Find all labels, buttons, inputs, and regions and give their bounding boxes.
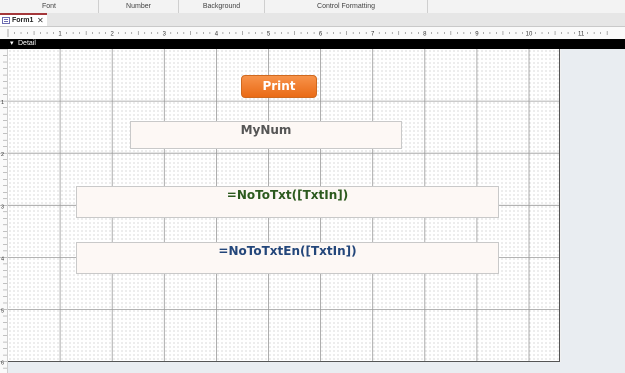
- ribbon-group-control-formatting: Control Formatting: [265, 0, 428, 13]
- ribbon-group-background: Background: [179, 0, 265, 13]
- design-surface-background: [561, 49, 625, 373]
- tab-form1[interactable]: Form1 ✕: [0, 13, 47, 26]
- detail-section-header[interactable]: ▾ Detail: [0, 39, 625, 49]
- vruler-label: 6: [1, 361, 4, 367]
- section-selector-icon: ▾: [10, 40, 14, 47]
- form-design-grid[interactable]: Print MyNum =NoToTxt([TxtIn]) =NoToTxtEn…: [8, 49, 560, 362]
- close-icon[interactable]: ✕: [37, 15, 44, 26]
- tab-form1-label: Form1: [12, 17, 34, 24]
- design-surface-background-bottom: [8, 362, 561, 373]
- vruler-label: 2: [1, 152, 4, 158]
- notoxten-textbox[interactable]: =NoToTxtEn([TxtIn]): [76, 242, 499, 274]
- ribbon-group-number: Number: [99, 0, 179, 13]
- ruler-label: 11: [578, 32, 585, 38]
- mynum-textbox[interactable]: MyNum: [130, 121, 402, 149]
- ribbon-group-labels: Font Number Background Control Formattin…: [0, 0, 625, 14]
- vruler-label: 5: [1, 309, 4, 315]
- vruler-label: 3: [1, 204, 4, 210]
- print-button[interactable]: Print: [241, 75, 317, 98]
- form-icon: [2, 17, 10, 24]
- vruler-label: 1: [1, 100, 4, 106]
- document-tab-bar: Form1 ✕: [0, 13, 625, 27]
- detail-section-label: Detail: [18, 40, 36, 47]
- ruler-label: 10: [526, 32, 533, 38]
- ribbon-group-font: Font: [0, 0, 99, 13]
- vertical-ruler[interactable]: 1 2 3 4 5 6: [0, 49, 8, 373]
- vruler-label: 4: [1, 256, 4, 262]
- notoxt-textbox[interactable]: =NoToTxt([TxtIn]): [76, 186, 499, 218]
